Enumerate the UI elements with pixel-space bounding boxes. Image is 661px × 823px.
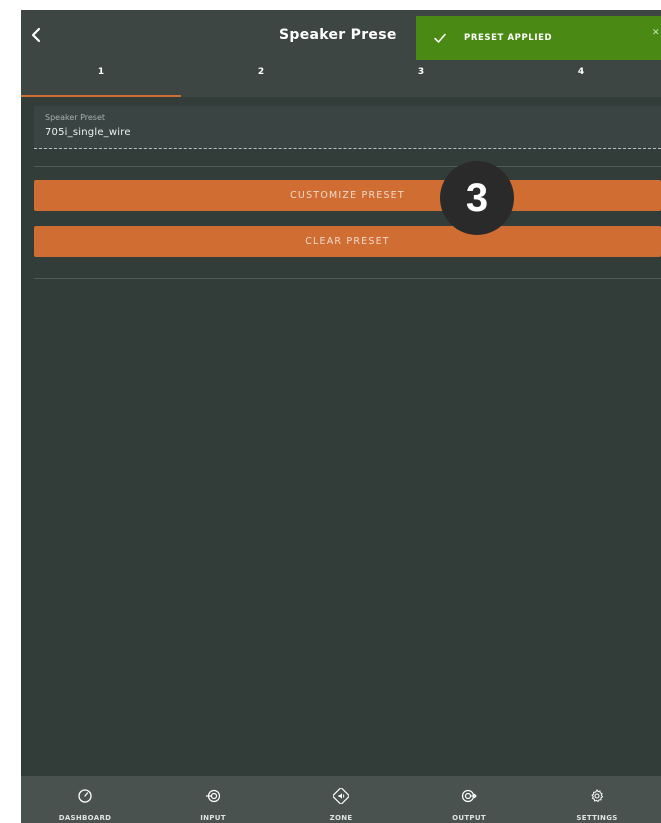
speaker-preset-field[interactable]: Speaker Preset 705i_single_wire xyxy=(34,106,661,149)
tab-3-label: 3 xyxy=(417,67,425,77)
nav-settings-label: SETTINGS xyxy=(576,814,618,822)
tab-4[interactable]: 4 xyxy=(501,58,661,97)
bottom-navigation: DASHBOARD INPUT ZONE OUTPUT SETTINGS xyxy=(21,776,661,823)
divider xyxy=(34,278,661,279)
check-icon xyxy=(434,33,446,43)
gear-icon xyxy=(591,789,604,803)
app-frame: Speaker Prese 1 2 3 4 PRESET APPLIED ✕ S… xyxy=(21,10,661,823)
gauge-icon xyxy=(78,789,92,803)
step-number-badge: 3 xyxy=(440,161,514,235)
nav-dashboard[interactable]: DASHBOARD xyxy=(21,776,149,823)
preset-value: 705i_single_wire xyxy=(45,127,131,138)
tab-1-label: 1 xyxy=(97,67,105,77)
customize-preset-button[interactable]: CUSTOMIZE PRESET xyxy=(34,180,661,211)
nav-zone-label: ZONE xyxy=(329,814,353,822)
tab-3[interactable]: 3 xyxy=(341,58,501,97)
speaker-icon xyxy=(333,788,349,804)
nav-input-label: INPUT xyxy=(200,814,226,822)
tab-2-label: 2 xyxy=(257,67,265,77)
output-icon xyxy=(461,789,477,803)
preset-label: Speaker Preset xyxy=(45,113,106,122)
divider xyxy=(34,166,661,167)
nav-zone[interactable]: ZONE xyxy=(277,776,405,823)
toast-notification: PRESET APPLIED ✕ xyxy=(416,16,661,60)
chevron-left-icon xyxy=(31,27,41,43)
nav-output[interactable]: OUTPUT xyxy=(405,776,533,823)
back-button[interactable] xyxy=(21,20,51,50)
toast-message: PRESET APPLIED xyxy=(464,33,553,43)
tab-4-label: 4 xyxy=(577,67,585,77)
input-icon xyxy=(206,789,221,803)
tab-2[interactable]: 2 xyxy=(181,58,341,97)
step-tabs: 1 2 3 4 xyxy=(21,58,661,97)
nav-dashboard-label: DASHBOARD xyxy=(58,814,112,822)
close-icon[interactable]: ✕ xyxy=(652,28,660,38)
tab-1[interactable]: 1 xyxy=(21,58,181,97)
nav-settings[interactable]: SETTINGS xyxy=(533,776,661,823)
page-title: Speaker Prese xyxy=(279,27,397,43)
nav-output-label: OUTPUT xyxy=(452,814,486,822)
nav-input[interactable]: INPUT xyxy=(149,776,277,823)
clear-preset-button[interactable]: CLEAR PRESET xyxy=(34,226,661,257)
